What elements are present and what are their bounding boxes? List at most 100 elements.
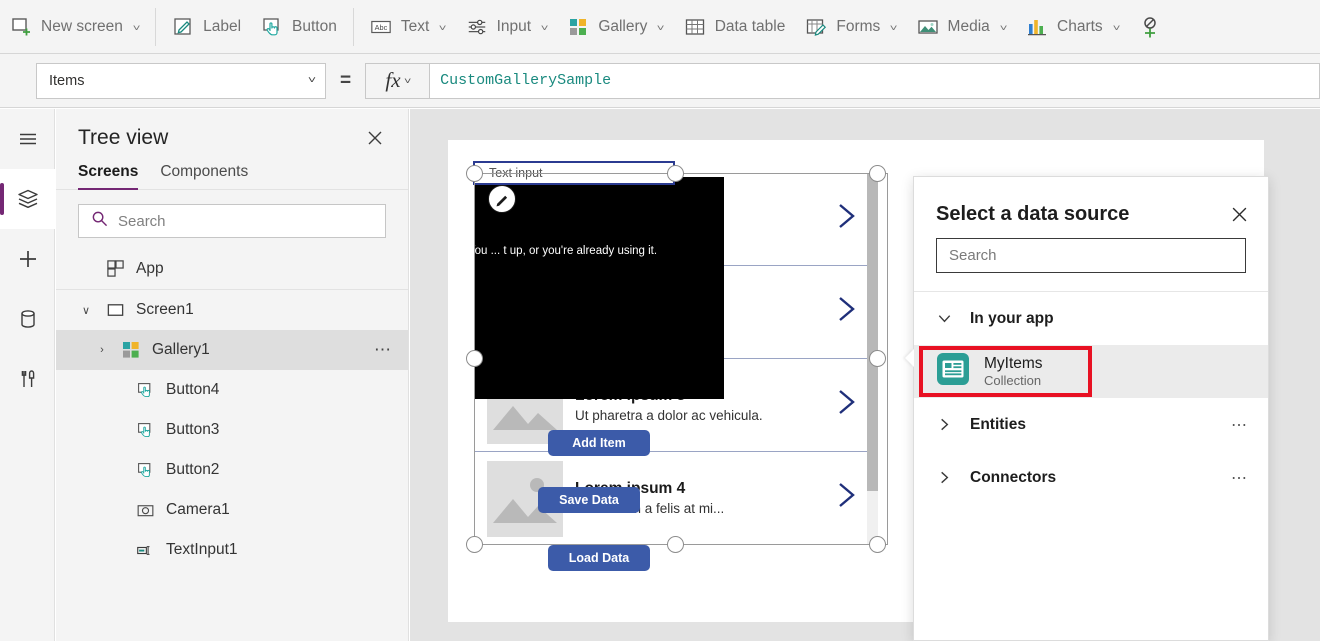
data-source-item-myitems[interactable]: MyItems Collection bbox=[914, 345, 1268, 398]
chevron-right-icon[interactable] bbox=[834, 480, 860, 515]
data-source-item-name: MyItems bbox=[984, 355, 1043, 373]
ribbon-button[interactable]: Button bbox=[251, 7, 347, 47]
ribbon-data-table-label: Data table bbox=[715, 18, 786, 36]
ribbon-input[interactable]: Input ˅ bbox=[456, 7, 558, 47]
data-source-search-input[interactable]: Search bbox=[936, 238, 1246, 273]
tree-item-button4[interactable]: Button4 bbox=[56, 370, 408, 410]
ribbon-new-screen[interactable]: New screen ˅ bbox=[0, 7, 149, 47]
chevron-right-icon[interactable] bbox=[834, 201, 860, 236]
gallery-row[interactable]: Lorem ipsum 4 Vestibulum a felis at mi..… bbox=[475, 452, 878, 545]
tooltip-overlay bbox=[474, 177, 724, 399]
data-source-group-entities[interactable]: Entities ⋯ bbox=[914, 398, 1268, 451]
resize-handle-bottom-right[interactable] bbox=[869, 536, 886, 553]
ribbon-gallery-label: Gallery bbox=[598, 18, 647, 36]
more-options-icon[interactable]: ⋯ bbox=[1231, 415, 1248, 435]
app-icon bbox=[104, 258, 126, 280]
fx-toggle-button[interactable]: fx ˅ bbox=[365, 63, 429, 99]
ribbon-charts[interactable]: Charts ˅ bbox=[1016, 7, 1129, 47]
tree-search-input[interactable]: Search bbox=[78, 204, 386, 238]
tab-components[interactable]: Components bbox=[160, 163, 248, 189]
tree-item-textinput1-label: TextInput1 bbox=[166, 541, 408, 559]
fx-icon: fx bbox=[385, 70, 400, 91]
layers-icon[interactable] bbox=[0, 169, 55, 229]
chevron-right-icon[interactable] bbox=[936, 416, 954, 433]
resize-handle-top-left[interactable] bbox=[466, 165, 483, 182]
more-options-icon[interactable]: ⋯ bbox=[1231, 468, 1248, 488]
tree-item-button2[interactable]: Button2 bbox=[56, 450, 408, 490]
property-selector-value: Items bbox=[49, 73, 309, 89]
tree-item-gallery1-label: Gallery1 bbox=[152, 341, 364, 359]
chevron-down-icon[interactable] bbox=[936, 310, 954, 327]
charts-icon bbox=[1026, 16, 1048, 38]
ribbon-divider-1 bbox=[155, 8, 156, 46]
resize-handle-middle-left[interactable] bbox=[466, 350, 483, 367]
gallery-icon bbox=[120, 339, 142, 361]
close-icon[interactable] bbox=[362, 125, 388, 151]
property-selector[interactable]: Items ˅ bbox=[36, 63, 326, 99]
tree-search-placeholder: Search bbox=[118, 213, 166, 230]
tree-item-textinput1[interactable]: TextInput1 bbox=[56, 530, 408, 570]
ribbon-gallery[interactable]: Gallery ˅ bbox=[557, 7, 673, 47]
tools-icon[interactable] bbox=[0, 349, 55, 409]
ribbon-charts-label: Charts bbox=[1057, 18, 1103, 36]
canvas-text-input-value: Text input bbox=[489, 166, 543, 180]
button-icon bbox=[134, 459, 156, 481]
data-source-item-subtitle: Collection bbox=[984, 373, 1043, 389]
data-source-header: Select a data source bbox=[914, 177, 1268, 238]
resize-handle-middle-right[interactable] bbox=[869, 350, 886, 367]
tree-item-button3-label: Button3 bbox=[166, 421, 408, 439]
data-source-group-in-your-app[interactable]: In your app bbox=[914, 292, 1268, 345]
textinput-icon bbox=[134, 539, 156, 561]
resize-handle-top-center[interactable] bbox=[667, 165, 684, 182]
resize-handle-bottom-left[interactable] bbox=[466, 536, 483, 553]
ribbon-media-label: Media bbox=[948, 18, 990, 36]
tree-item-camera1[interactable]: Camera1 bbox=[56, 490, 408, 530]
tree-item-gallery1[interactable]: › Gallery1 ⋯ bbox=[56, 330, 408, 370]
tree-item-button3[interactable]: Button3 bbox=[56, 410, 408, 450]
ribbon-input-label: Input bbox=[497, 18, 531, 36]
chevron-down-icon: ˅ bbox=[999, 23, 1007, 33]
more-options-icon[interactable]: ⋯ bbox=[374, 340, 392, 360]
edit-pencil-icon[interactable] bbox=[488, 185, 516, 213]
chevron-right-icon[interactable]: › bbox=[94, 344, 110, 356]
chevron-right-icon[interactable] bbox=[834, 387, 860, 422]
panel-callout-pointer bbox=[905, 349, 914, 367]
input-icon bbox=[466, 16, 488, 38]
load-data-button[interactable]: Load Data bbox=[548, 545, 650, 571]
ribbon-media[interactable]: Media ˅ bbox=[907, 7, 1016, 47]
ribbon-text[interactable]: Abc Text ˅ bbox=[360, 7, 456, 47]
gallery-scrollbar-thumb[interactable] bbox=[867, 173, 878, 491]
data-source-item-text: MyItems Collection bbox=[984, 355, 1043, 388]
ribbon-forms[interactable]: Forms ˅ bbox=[795, 7, 906, 47]
ribbon-icons[interactable] bbox=[1129, 7, 1171, 47]
tree-item-app[interactable]: App bbox=[56, 248, 408, 290]
ribbon-label[interactable]: Label bbox=[162, 7, 251, 47]
tab-screens[interactable]: Screens bbox=[78, 163, 138, 189]
formula-bar: Items ˅ = fx ˅ CustomGallerySample bbox=[0, 54, 1320, 108]
tree-view-header: Tree view bbox=[56, 109, 408, 157]
data-source-group-connectors[interactable]: Connectors ⋯ bbox=[914, 451, 1268, 504]
chevron-down-icon: ˅ bbox=[403, 76, 410, 86]
add-item-button[interactable]: Add Item bbox=[548, 430, 650, 456]
save-data-button[interactable]: Save Data bbox=[538, 487, 640, 513]
tree-item-screen1[interactable]: ∨ Screen1 bbox=[56, 290, 408, 330]
new-screen-icon bbox=[10, 16, 32, 38]
resize-handle-top-right[interactable] bbox=[869, 165, 886, 182]
chevron-down-icon: ˅ bbox=[308, 75, 316, 86]
ribbon-data-table[interactable]: Data table bbox=[674, 7, 796, 47]
chevron-down-icon: ˅ bbox=[541, 23, 549, 33]
resize-handle-bottom-center[interactable] bbox=[667, 536, 684, 553]
menu-icon[interactable] bbox=[0, 109, 55, 169]
chevron-down-icon: ˅ bbox=[657, 23, 665, 33]
formula-input[interactable]: CustomGallerySample bbox=[429, 63, 1320, 99]
chevron-right-icon[interactable] bbox=[936, 469, 954, 486]
ribbon-divider-2 bbox=[353, 8, 354, 46]
tree-item-camera1-label: Camera1 bbox=[166, 501, 408, 519]
data-icon[interactable] bbox=[0, 289, 55, 349]
canvas-text-input[interactable]: Text input bbox=[473, 161, 675, 185]
chevron-down-icon[interactable]: ∨ bbox=[78, 304, 94, 317]
plus-icon[interactable] bbox=[0, 229, 55, 289]
chevron-right-icon[interactable] bbox=[834, 294, 860, 329]
close-icon[interactable] bbox=[1231, 206, 1248, 223]
data-source-search-wrap: Search bbox=[914, 238, 1268, 291]
